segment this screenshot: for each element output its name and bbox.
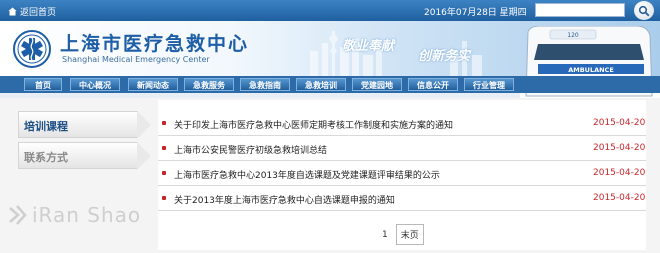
news-date: 2015-04-20 [593,143,646,153]
list-item[interactable]: 上海市公安民警医疗初级急救培训总结 2015-04-20 [158,136,646,161]
search-input[interactable] [535,3,625,17]
nav-item-training[interactable]: 急救培训 [296,78,346,91]
news-date: 2015-04-20 [593,193,646,203]
sidebar: 培训课程 联系方式 [18,111,151,173]
news-date: 2015-04-20 [593,168,646,178]
nav-item-party[interactable]: 党建园地 [352,78,402,91]
main-nav: 首页 中心概况 新闻动态 急救服务 急救指南 急救培训 党建园地 信息公开 行业… [0,76,660,93]
bullet-icon [162,196,166,200]
search-icon [638,5,650,16]
nav-item-guide[interactable]: 急救指南 [240,78,290,91]
news-title[interactable]: 关于印发上海市医疗急救中心医师定期考核工作制度和实施方案的通知 [174,118,453,131]
nav-item-home[interactable]: 首页 [24,78,62,91]
home-link[interactable]: 返回首页 [8,5,56,18]
news-title[interactable]: 上海市医疗急救中心2013年度自选课题及党建课题评审结果的公示 [174,168,440,181]
vehicle-number: 120 [567,32,579,39]
bullet-icon [162,171,166,175]
slogan-right: 创新务实 [418,49,471,64]
nav-item-disclosure[interactable]: 信息公开 [408,78,458,91]
watermark-text: iRan Shao [32,203,142,227]
current-date: 2016年07月28日 星期四 [424,8,527,18]
sidebar-item-contact[interactable]: 联系方式 [18,142,151,170]
nav-item-services[interactable]: 急救服务 [184,78,234,91]
watermark-logo-icon [9,205,27,225]
sidebar-item-training-courses[interactable]: 培训课程 [18,111,151,139]
sidebar-item-label: 培训课程 [24,120,68,133]
bullet-icon [162,146,166,150]
bullet-icon [162,121,166,125]
news-date: 2015-04-20 [593,118,646,128]
slogan-left: 敬业奉献 [342,39,395,54]
page-number-current[interactable]: 1 [382,230,388,240]
home-icon [8,7,17,16]
site-name-cn: 上海市医疗急救中心 [60,33,250,55]
site-name-en: Shanghai Medical Emergency Center [62,55,210,64]
nav-item-about[interactable]: 中心概况 [70,78,120,91]
top-bar: 返回首页 2016年07月28日 星期四 [0,0,660,21]
watermark: iRan Shao [8,203,141,227]
last-page-button[interactable]: 末页 [395,224,424,245]
search-button[interactable] [634,1,654,20]
list-item[interactable]: 关于印发上海市医疗急救中心医师定期考核工作制度和实施方案的通知 2015-04-… [158,111,646,136]
nav-item-news[interactable]: 新闻动态 [128,78,178,91]
news-title[interactable]: 上海市公安民警医疗初级急救培训总结 [174,143,327,156]
news-title[interactable]: 关于2013年度上海市医疗急救中心自选课题申报的通知 [174,193,395,206]
home-link-label: 返回首页 [20,8,57,18]
list-item[interactable]: 上海市医疗急救中心2013年度自选课题及党建课题评审结果的公示 2015-04-… [158,161,646,186]
list-item[interactable]: 关于2013年度上海市医疗急救中心自选课题申报的通知 2015-04-20 [158,186,646,211]
star-of-life-logo-icon [13,30,51,68]
pagination: 1 末页 [382,224,424,245]
vehicle-label: AMBULANCE [568,66,614,74]
nav-item-industry[interactable]: 行业管理 [464,78,514,91]
sidebar-item-label: 联系方式 [24,151,68,164]
